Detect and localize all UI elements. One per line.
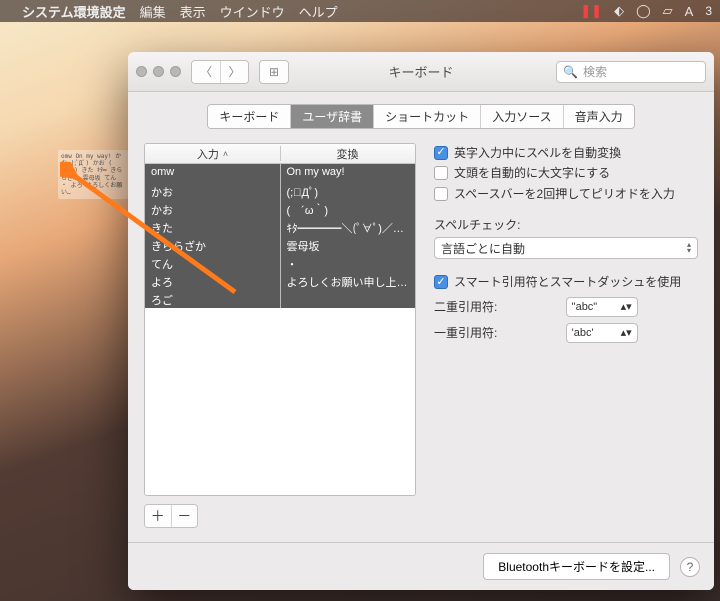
tab-dictation[interactable]: 音声入力: [563, 105, 634, 128]
single-quote-label: 一重引用符:: [434, 324, 558, 341]
table-row[interactable]: ろご: [145, 290, 415, 308]
double-quote-label: 二重引用符:: [434, 298, 558, 315]
search-icon: 🔍: [563, 65, 578, 79]
table-row[interactable]: omwOn my way!: [145, 164, 415, 182]
checkbox-autospell[interactable]: ✓: [434, 146, 448, 160]
table-row[interactable]: かお( ´ω｀): [145, 200, 415, 218]
col-output[interactable]: 変換: [280, 144, 415, 163]
checkbox-smart-quotes[interactable]: ✓: [434, 275, 448, 289]
menu-window[interactable]: ウインドウ: [220, 2, 285, 21]
checkbox-double-space[interactable]: [434, 187, 448, 201]
add-remove-segment[interactable]: ＋ －: [144, 504, 198, 528]
table-row[interactable]: よろよろしくお願い申し上げま…: [145, 272, 415, 290]
adobe-icon[interactable]: A: [685, 4, 694, 19]
table-row[interactable]: てん・: [145, 254, 415, 272]
help-button[interactable]: ?: [680, 557, 700, 577]
bluetooth-setup-button[interactable]: Bluetoothキーボードを設定...: [483, 553, 670, 580]
search-placeholder: 検索: [583, 63, 607, 80]
table-row[interactable]: きららざか雲母坂: [145, 236, 415, 254]
sort-indicator-icon: ˄: [223, 149, 228, 159]
spellcheck-popup[interactable]: 言語ごとに自動 ▴▾: [434, 237, 698, 259]
chevron-updown-icon: ▴▾: [687, 243, 691, 254]
chevron-updown-icon: ▴▾: [621, 300, 632, 313]
table-row[interactable]: かお(;ﾟДﾟ): [145, 182, 415, 200]
traffic-lights[interactable]: [136, 66, 181, 77]
menu-edit[interactable]: 編集: [140, 2, 166, 21]
pause-icon[interactable]: ❚❚: [580, 3, 602, 19]
single-quote-popup[interactable]: 'abc'▴▾: [566, 323, 638, 343]
titlebar: 〈 〉 ⊞ キーボード 🔍 検索: [128, 52, 714, 92]
forward-button[interactable]: 〉: [220, 61, 248, 83]
tab-keyboard[interactable]: キーボード: [208, 105, 290, 128]
substitution-table[interactable]: 入力˄ 変換 omwOn my way!かお(;ﾟДﾟ)かお( ´ω｀)きたｷﾀ…: [144, 143, 416, 496]
chevron-updown-icon: ▴▾: [621, 326, 632, 339]
double-quote-popup[interactable]: "abc"▴▾: [566, 297, 638, 317]
window-footer: Bluetoothキーボードを設定... ?: [128, 542, 714, 590]
col-input[interactable]: 入力˄: [145, 144, 280, 163]
tab-input[interactable]: 入力ソース: [480, 105, 562, 128]
remove-button[interactable]: －: [171, 505, 198, 527]
back-button[interactable]: 〈: [192, 61, 220, 83]
search-field[interactable]: 🔍 検索: [556, 61, 706, 83]
tab-bar: キーボード ユーザ辞書 ショートカット 入力ソース 音声入力: [128, 92, 714, 139]
syspref-window: 〈 〉 ⊞ キーボード 🔍 検索 キーボード ユーザ辞書 ショートカット 入力ソ…: [128, 52, 714, 590]
spellcheck-label: スペルチェック:: [434, 216, 698, 233]
nav-back-forward[interactable]: 〈 〉: [191, 60, 249, 84]
drag-preview: omw On my way! かお (;ﾟДﾟ) かお ( ´ω｀) きた ｷﾀ…: [58, 150, 128, 199]
hat-icon[interactable]: ▱: [663, 3, 673, 19]
dropbox-icon[interactable]: ⬖: [614, 3, 624, 19]
tab-shortcuts[interactable]: ショートカット: [373, 105, 480, 128]
table-row[interactable]: きたｷﾀ━━━━＼(ﾟ∀ﾟ)／━…: [145, 218, 415, 236]
menu-help[interactable]: ヘルプ: [299, 2, 338, 21]
app-name[interactable]: システム環境設定: [22, 2, 126, 21]
add-button[interactable]: ＋: [145, 505, 171, 527]
menubar: システム環境設定 編集 表示 ウインドウ ヘルプ ❚❚ ⬖ ◯ ▱ A 3: [0, 0, 720, 22]
show-all-button[interactable]: ⊞: [259, 60, 289, 84]
menu-view[interactable]: 表示: [180, 2, 206, 21]
tab-text[interactable]: ユーザ辞書: [290, 105, 373, 128]
notification-badge[interactable]: 3: [705, 4, 712, 18]
checkbox-capitalize[interactable]: [434, 166, 448, 180]
cloud-icon[interactable]: ◯: [636, 3, 651, 19]
